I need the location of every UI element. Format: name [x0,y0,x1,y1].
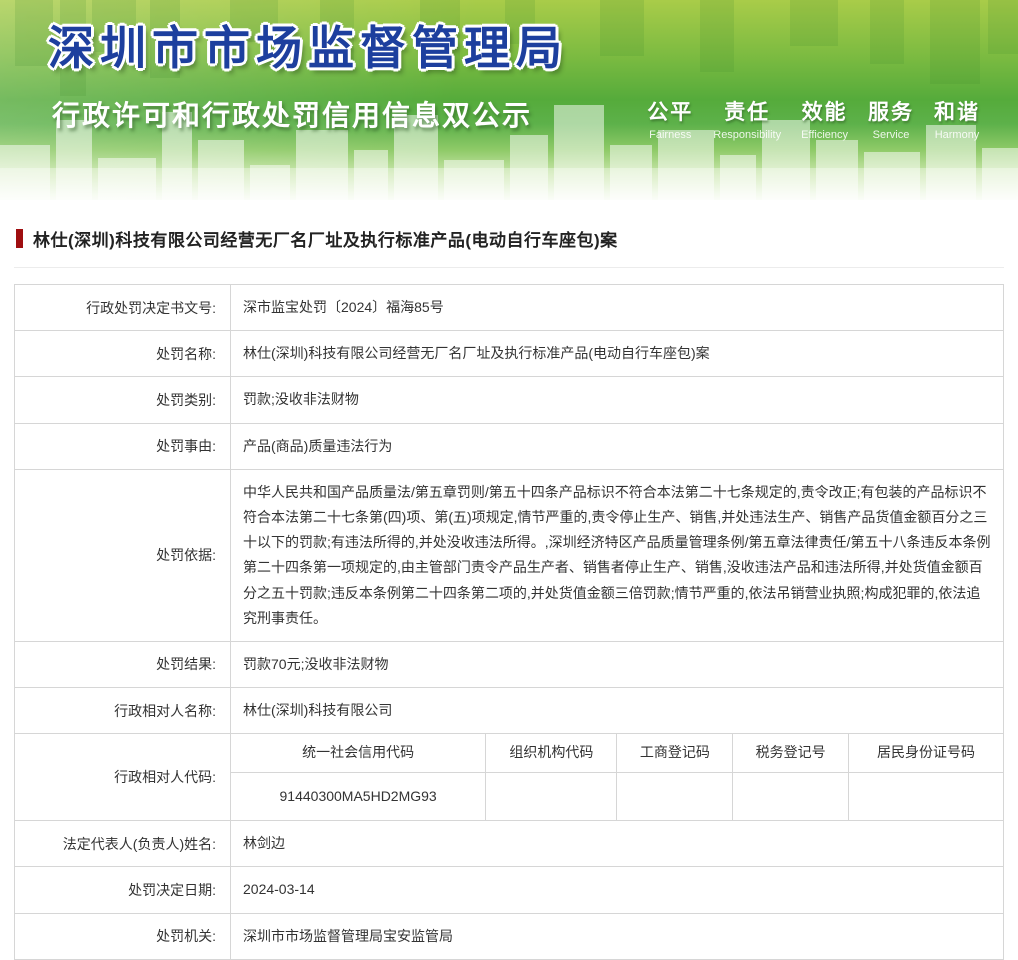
value-cn: 效能 [801,101,848,124]
page: 深圳市市场监督管理局 行政许可和行政处罚信用信息双公示 公平 Fairness … [0,0,1018,960]
banner-value-item: 公平 Fairness [647,96,693,141]
value-en: Harmony [934,129,980,141]
table-row: 法定代表人(负责人)姓名: 林剑边 [14,820,1004,868]
table-row: 处罚事由: 产品(商品)质量违法行为 [14,422,1004,470]
code-header-cell: 税务登记号 [732,734,850,773]
value-cn: 公平 [647,101,694,124]
row-value: 2024-03-14 [230,866,1004,914]
row-value: 中华人民共和国产品质量法/第五章罚则/第五十四条产品标识不符合本法第二十七条规定… [230,468,1004,642]
code-value-cell [616,771,734,821]
party-code-table: 统一社会信用代码 组织机构代码 工商登记码 税务登记号 居民身份证号码 9144… [231,734,1003,821]
code-value-cell [732,771,850,821]
row-value: 林剑边 [230,820,1004,868]
case-title: 林仕(深圳)科技有限公司经营无厂名厂址及执行标准产品(电动自行车座包)案 [33,231,618,250]
row-label: 行政处罚决定书文号: [14,283,231,332]
banner-values: 公平 Fairness 责任 Responsibility 效能 Efficie… [647,96,980,141]
value-cn: 和谐 [934,101,980,124]
table-row: 处罚结果: 罚款70元;没收非法财物 [14,640,1004,689]
value-en: Efficiency [801,129,848,141]
banner-value-item: 效能 Efficiency [801,96,848,141]
table-row: 处罚依据: 中华人民共和国产品质量法/第五章罚则/第五十四条产品标识不符合本法第… [14,468,1004,642]
row-value: 罚款70元;没收非法财物 [230,640,1004,689]
code-header-cell: 组织机构代码 [485,734,618,773]
value-cn: 责任 [724,101,771,124]
value-cn: 服务 [868,101,914,124]
value-en: Fairness [649,129,692,141]
code-header-cell: 统一社会信用代码 [231,734,487,773]
value-en: Responsibility [713,129,782,141]
table-row: 行政相对人名称: 林仕(深圳)科技有限公司 [14,687,1004,735]
row-label: 处罚名称: [14,330,231,378]
code-header-cell: 居民身份证号码 [848,734,1003,773]
main-content: 林仕(深圳)科技有限公司经营无厂名厂址及执行标准产品(电动自行车座包)案 行政处… [14,200,1004,960]
code-value-cell [848,771,1003,821]
table-row: 处罚类别: 罚款;没收非法财物 [14,376,1004,424]
row-label: 处罚事由: [14,422,231,470]
row-label: 处罚机关: [14,912,231,960]
code-value-cell [485,771,618,821]
row-label: 处罚结果: [14,640,231,689]
title-marker [16,229,23,248]
row-value: 罚款;没收非法财物 [230,376,1004,424]
site-subtitle: 行政许可和行政处罚信用信息双公示 [52,100,533,131]
row-label: 处罚决定日期: [14,866,231,914]
value-en: Service [872,129,910,141]
row-label: 处罚类别: [14,376,231,424]
banner-value-item: 服务 Service [868,96,914,141]
row-label: 处罚依据: [14,468,231,642]
row-label: 行政相对人代码: [14,733,231,822]
table-row: 处罚名称: 林仕(深圳)科技有限公司经营无厂名厂址及执行标准产品(电动自行车座包… [14,330,1004,378]
table-row-party-code: 行政相对人代码: 统一社会信用代码 组织机构代码 工商登记码 税务登记号 居民身… [14,733,1004,822]
row-value: 产品(商品)质量违法行为 [230,422,1004,470]
table-row: 处罚机关: 深圳市市场监督管理局宝安监管局 [14,912,1004,960]
row-value-nested: 统一社会信用代码 组织机构代码 工商登记码 税务登记号 居民身份证号码 9144… [230,733,1004,822]
site-banner: 深圳市市场监督管理局 行政许可和行政处罚信用信息双公示 公平 Fairness … [0,0,1018,200]
table-row: 行政处罚决定书文号: 深市监宝处罚〔2024〕福海85号 [14,283,1004,332]
row-value: 林仕(深圳)科技有限公司经营无厂名厂址及执行标准产品(电动自行车座包)案 [230,330,1004,378]
row-value: 深圳市市场监督管理局宝安监管局 [230,912,1004,960]
site-title: 深圳市市场监督管理局 [48,22,568,74]
row-value: 林仕(深圳)科技有限公司 [230,687,1004,735]
code-table-header-row: 统一社会信用代码 组织机构代码 工商登记码 税务登记号 居民身份证号码 [231,734,1003,773]
row-label: 法定代表人(负责人)姓名: [14,820,231,868]
case-title-row: 林仕(深圳)科技有限公司经营无厂名厂址及执行标准产品(电动自行车座包)案 [14,222,1004,268]
code-header-cell: 工商登记码 [616,734,734,773]
code-table-value-row: 91440300MA5HD2MG93 [231,771,1003,821]
row-label: 行政相对人名称: [14,687,231,735]
row-value: 深市监宝处罚〔2024〕福海85号 [230,283,1004,332]
banner-value-item: 责任 Responsibility [713,96,781,141]
penalty-info-table: 行政处罚决定书文号: 深市监宝处罚〔2024〕福海85号 处罚名称: 林仕(深圳… [14,283,1004,960]
table-row: 处罚决定日期: 2024-03-14 [14,866,1004,914]
code-value-cell: 91440300MA5HD2MG93 [231,771,487,821]
banner-value-item: 和谐 Harmony [934,96,980,141]
